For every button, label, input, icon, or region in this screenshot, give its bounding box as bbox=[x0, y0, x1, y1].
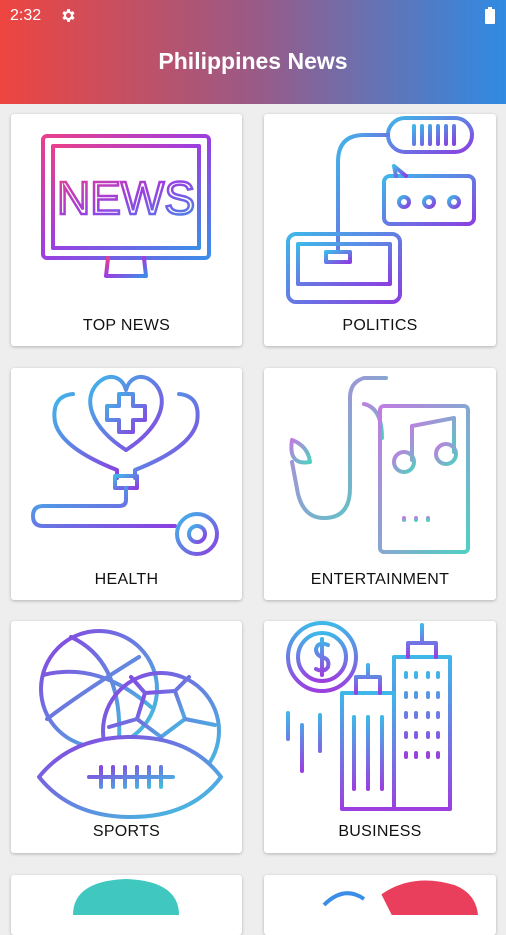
category-card-business[interactable]: BUSINESS bbox=[264, 621, 496, 853]
status-time: 2:32 bbox=[10, 7, 42, 24]
category-label: POLITICS bbox=[342, 317, 418, 334]
news-screen-text: NEWS bbox=[56, 171, 197, 226]
category-label: TOP NEWS bbox=[82, 317, 171, 334]
category-card-entertainment[interactable]: ENTERTAINMENT bbox=[264, 368, 496, 600]
microphone-speech-icon bbox=[286, 116, 476, 304]
category-card-partial-left[interactable] bbox=[11, 875, 242, 935]
category-icon bbox=[73, 878, 179, 915]
music-saxophone-icon bbox=[289, 376, 470, 554]
battery-icon bbox=[485, 7, 495, 24]
svg-text:NEWS: NEWS bbox=[57, 172, 195, 224]
business-city-icon bbox=[286, 621, 476, 811]
category-card-top-news[interactable]: NEWS TOP NEWS bbox=[11, 114, 242, 346]
gear-icon bbox=[62, 9, 75, 22]
category-card-partial-right[interactable] bbox=[264, 875, 496, 935]
category-icon bbox=[322, 880, 479, 915]
app-title: Philippines News bbox=[158, 48, 348, 74]
health-stethoscope-icon bbox=[31, 374, 219, 556]
status-bar: 2:32 bbox=[0, 0, 506, 32]
category-label: ENTERTAINMENT bbox=[310, 571, 450, 588]
category-label: BUSINESS bbox=[338, 823, 422, 840]
category-card-politics[interactable]: POLITICS bbox=[264, 114, 496, 346]
category-card-health[interactable]: HEALTH bbox=[11, 368, 242, 600]
category-label: SPORTS bbox=[92, 823, 161, 840]
category-card-sports[interactable]: SPORTS bbox=[11, 621, 242, 853]
app-bar: 2:32 Philippines News bbox=[0, 0, 506, 104]
category-label: HEALTH bbox=[94, 571, 159, 588]
sports-balls-icon bbox=[37, 629, 223, 819]
